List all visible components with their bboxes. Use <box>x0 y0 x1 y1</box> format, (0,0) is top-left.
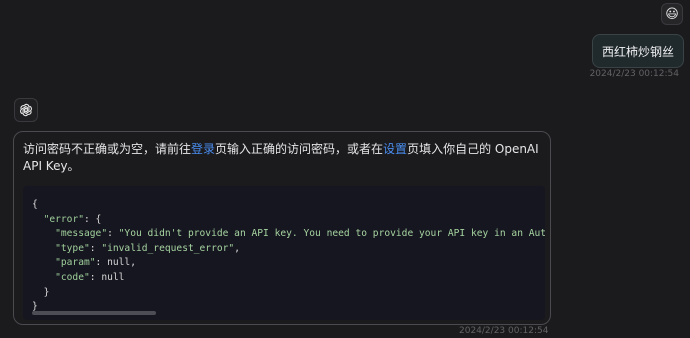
bot-avatar <box>14 98 38 122</box>
bot-message-timestamp: 2024/2/23 00:12:54 <box>459 326 549 336</box>
code-horizontal-scrollbar[interactable] <box>32 311 156 315</box>
login-link[interactable]: 登录 <box>191 142 215 156</box>
bot-message-bubble: 访问密码不正确或为空，请前往登录页输入正确的访问密码，或者在设置页填入你自己的 … <box>13 131 551 325</box>
error-code-block[interactable]: { "error": { "message": "You didn't prov… <box>23 186 545 320</box>
smiley-icon: 😃 <box>665 6 679 22</box>
bot-message-text: 访问密码不正确或为空，请前往登录页输入正确的访问密码，或者在设置页填入你自己的 … <box>23 142 539 173</box>
settings-link[interactable]: 设置 <box>383 142 407 156</box>
user-message-text: 西红柿炒钢丝 <box>601 44 674 59</box>
user-message-bubble: 西红柿炒钢丝 <box>591 34 684 68</box>
user-avatar: 😃 <box>661 3 683 25</box>
user-message-timestamp: 2024/2/23 00:12:54 <box>589 69 679 79</box>
openai-logo-icon <box>20 103 32 117</box>
